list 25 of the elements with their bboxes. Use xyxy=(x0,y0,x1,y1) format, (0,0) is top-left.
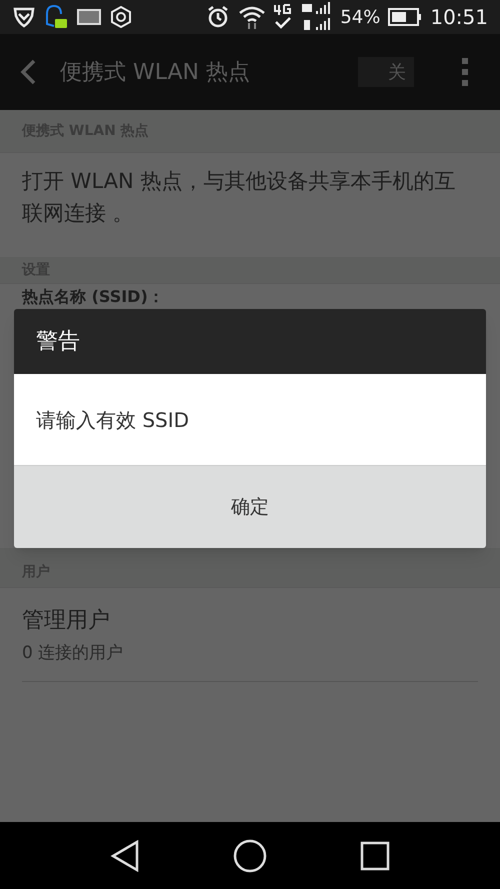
dialog-message: 请输入有效 SSID xyxy=(36,406,190,434)
dialog-title: 警告 xyxy=(36,328,80,356)
clock-time: 10:51 xyxy=(430,4,488,31)
ssid-label: 热点名称 (SSID)： xyxy=(22,287,164,306)
back-icon[interactable] xyxy=(20,59,36,85)
page-title: 便携式 WLAN 热点 xyxy=(60,58,252,86)
shield-icon xyxy=(12,6,36,28)
toggle-switch[interactable]: 关 xyxy=(358,57,414,87)
network-check-icon xyxy=(274,3,292,31)
alarm-clock-icon xyxy=(206,5,230,29)
battery-percent: 54% xyxy=(340,6,380,30)
home-circle-icon[interactable] xyxy=(232,838,267,872)
description-text: 打开 WLAN 热点，与其他设备共享本手机的互联网连接 。 xyxy=(22,168,456,227)
battery-icon xyxy=(388,8,422,26)
confirm-button[interactable]: 确定 xyxy=(14,465,486,548)
item-subtitle: 0 连接的用户 xyxy=(22,642,124,665)
signal-icon xyxy=(300,2,332,32)
image-icon xyxy=(76,7,102,27)
back-triangle-icon[interactable] xyxy=(110,840,140,872)
recents-square-icon[interactable] xyxy=(360,840,390,870)
hexagon-icon xyxy=(110,6,132,28)
manage-users-item[interactable]: 管理用户 0 连接的用户 xyxy=(22,588,478,682)
wifi-icon xyxy=(238,5,266,29)
more-options-icon[interactable] xyxy=(462,58,468,86)
item-title: 管理用户 xyxy=(22,607,111,635)
